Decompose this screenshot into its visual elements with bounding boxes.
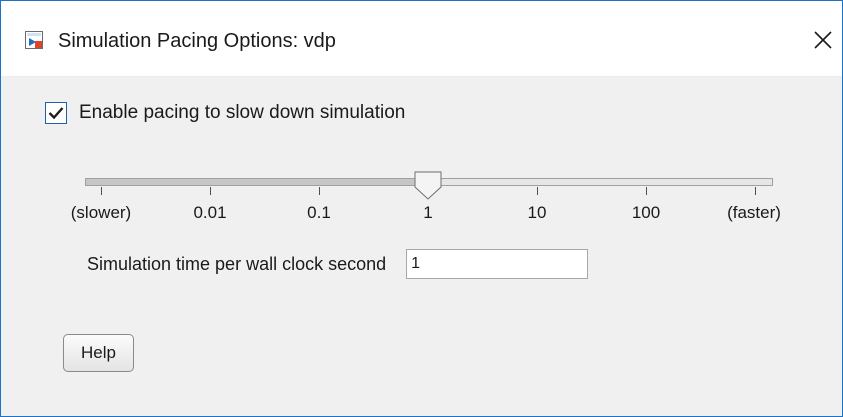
slider-tick [755, 187, 756, 195]
slider-tick [646, 187, 647, 195]
slider-tick-labels: (slower) 0.01 0.1 1 10 100 (faster) [45, 203, 805, 229]
simulink-model-icon [25, 31, 43, 49]
simulation-pacing-dialog: Simulation Pacing Options: vdp Enable pa… [0, 0, 843, 417]
enable-pacing-label: Enable pacing to slow down simulation [79, 102, 406, 123]
time-per-second-input[interactable] [406, 249, 589, 279]
slider-thumb[interactable] [414, 171, 442, 201]
dialog-title: Simulation Pacing Options: vdp [58, 30, 336, 52]
tick-label-0-01: 0.01 [193, 203, 227, 222]
title-bar[interactable]: Simulation Pacing Options: vdp [1, 1, 842, 76]
tick-label-faster: (faster) [727, 203, 781, 222]
slider-tick [101, 187, 102, 195]
slider-tick [210, 187, 211, 195]
enable-pacing-checkbox[interactable] [45, 102, 67, 124]
time-per-second-label: Simulation time per wall clock second [87, 253, 387, 274]
tick-label-slower: (slower) [70, 203, 132, 222]
help-button[interactable]: Help [63, 334, 134, 372]
tick-label-1: 1 [423, 203, 433, 222]
dialog-content: Enable pacing to slow down simulation (s… [1, 77, 842, 416]
close-icon[interactable] [807, 23, 841, 57]
time-per-second-row: Simulation time per wall clock second [87, 249, 589, 279]
enable-pacing-option[interactable]: Enable pacing to slow down simulation [45, 101, 405, 125]
slider-tick [537, 187, 538, 195]
tick-label-10: 10 [527, 203, 547, 222]
checkmark-icon [48, 107, 64, 120]
slider-fill [86, 179, 429, 185]
tick-label-100: 100 [631, 203, 661, 222]
tick-label-0-1: 0.1 [307, 203, 331, 222]
slider-tick [319, 187, 320, 195]
